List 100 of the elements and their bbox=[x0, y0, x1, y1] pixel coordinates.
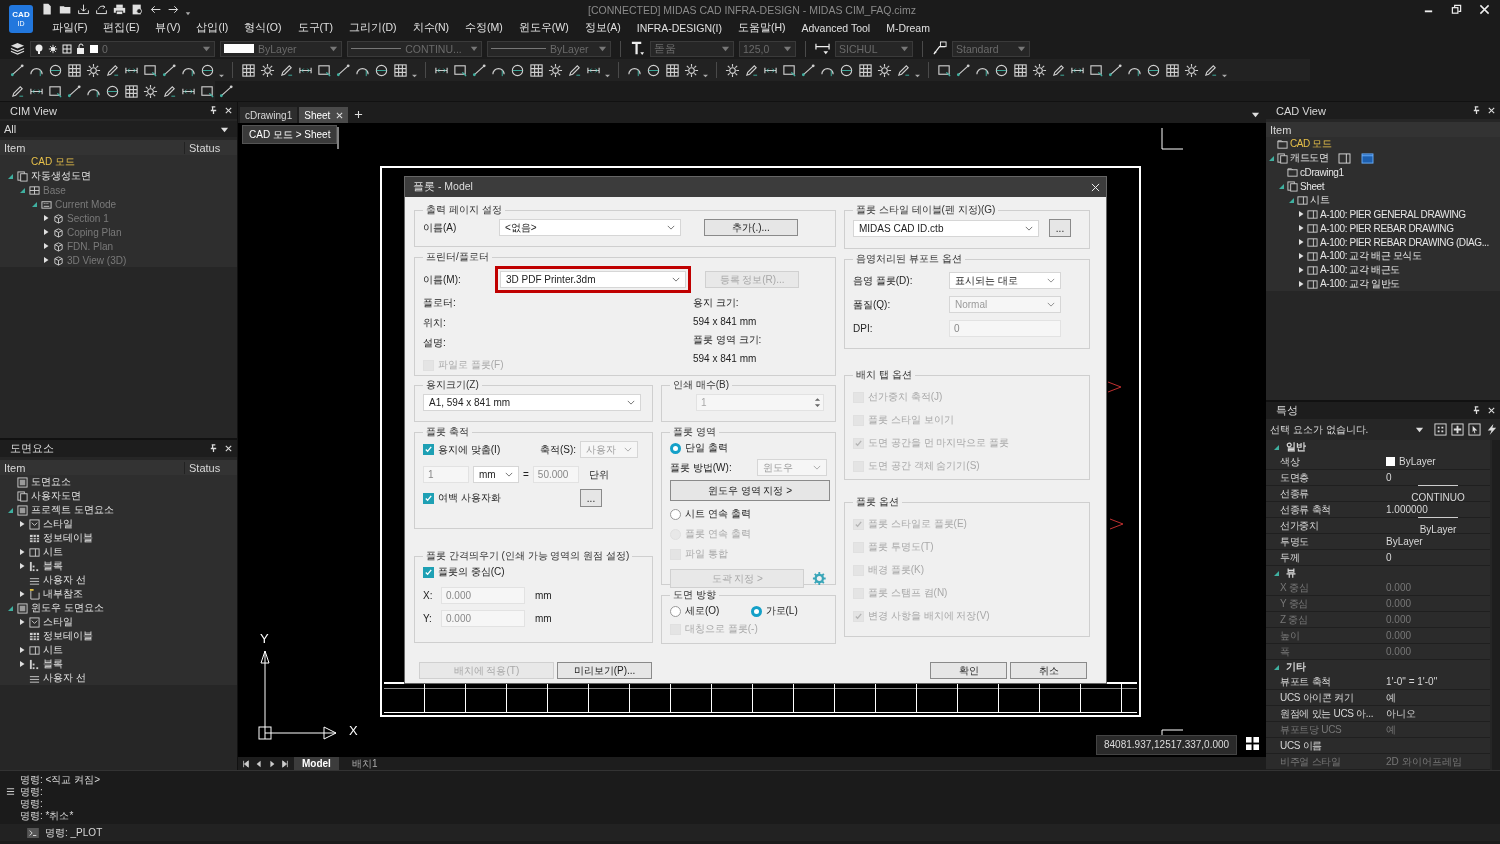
circle-tool-icon[interactable] bbox=[48, 62, 63, 78]
rectangle-tool-icon[interactable] bbox=[782, 62, 797, 78]
caret-icon[interactable] bbox=[6, 506, 14, 514]
menu-item[interactable]: 파일(F) bbox=[44, 20, 96, 35]
gear-icon[interactable] bbox=[1032, 62, 1047, 78]
property-value[interactable]: CONTINUO bbox=[1411, 491, 1465, 503]
tree-item[interactable]: CAD 모드 bbox=[1290, 137, 1332, 151]
column-header[interactable]: Item bbox=[0, 461, 184, 474]
caret-icon[interactable] bbox=[6, 604, 14, 612]
caret-icon[interactable] bbox=[1267, 154, 1275, 162]
printer-icon[interactable] bbox=[113, 3, 126, 16]
pencil-icon[interactable] bbox=[744, 62, 759, 78]
circle-tool-icon[interactable] bbox=[510, 62, 525, 78]
grid-tool-icon[interactable] bbox=[67, 62, 82, 78]
rectangle-tool-icon[interactable] bbox=[200, 83, 215, 99]
pointer-icon[interactable] bbox=[1468, 423, 1481, 436]
page-setup-dropdown[interactable]: <없음> bbox=[499, 219, 681, 236]
print-preview-icon[interactable] bbox=[131, 3, 144, 16]
pencil-icon[interactable] bbox=[10, 83, 25, 99]
radio-button[interactable] bbox=[670, 605, 681, 617]
tree-item[interactable]: CAD 모드 bbox=[31, 155, 75, 169]
circle-tool-icon[interactable] bbox=[646, 62, 661, 78]
pin-icon[interactable] bbox=[209, 106, 218, 115]
caret-icon[interactable] bbox=[1277, 182, 1285, 190]
menu-icon[interactable] bbox=[6, 787, 15, 796]
pencil-icon[interactable] bbox=[896, 62, 911, 78]
close-icon[interactable] bbox=[1091, 182, 1100, 192]
grid-tool-icon[interactable] bbox=[665, 62, 680, 78]
select-all-icon[interactable] bbox=[1434, 423, 1447, 436]
menu-item[interactable]: 수정(M) bbox=[457, 20, 511, 35]
gear-icon[interactable] bbox=[143, 83, 158, 99]
caret-icon[interactable] bbox=[1297, 224, 1305, 232]
tree-item[interactable]: 시트 bbox=[1310, 193, 1330, 207]
caret-icon[interactable] bbox=[1297, 252, 1305, 260]
caret-icon[interactable] bbox=[1272, 443, 1280, 451]
plot-style-dropdown[interactable]: MIDAS CAD ID.ctb bbox=[853, 219, 1039, 237]
pin-icon[interactable] bbox=[1472, 406, 1481, 415]
layout-tab[interactable]: Model bbox=[294, 757, 339, 770]
caret-icon[interactable] bbox=[18, 548, 26, 556]
spinner-arrows-icon[interactable] bbox=[814, 396, 821, 409]
dropdown-arrow-icon[interactable] bbox=[219, 72, 224, 78]
dialog-button[interactable]: 확인 bbox=[930, 662, 1007, 679]
rectangle-tool-icon[interactable] bbox=[143, 62, 158, 78]
grid-icon[interactable] bbox=[1246, 737, 1259, 750]
gear-icon[interactable] bbox=[260, 62, 275, 78]
save-as-icon[interactable] bbox=[95, 3, 108, 16]
circle-tool-icon[interactable] bbox=[1146, 62, 1161, 78]
property-value[interactable]: 아니오 bbox=[1386, 706, 1416, 721]
menu-item[interactable]: 도구(T) bbox=[289, 20, 341, 35]
column-header[interactable]: Item bbox=[0, 141, 184, 154]
pin-icon[interactable] bbox=[209, 444, 218, 453]
scrollbar[interactable] bbox=[1492, 440, 1500, 770]
unit-dropdown[interactable]: mm bbox=[473, 466, 519, 483]
selection-dropdown[interactable]: 선택 요소가 없습니다. bbox=[1270, 422, 1411, 437]
pin-icon[interactable] bbox=[1472, 106, 1481, 115]
new-file-icon[interactable] bbox=[41, 3, 54, 16]
quick-select-icon[interactable] bbox=[1451, 423, 1464, 436]
close-icon[interactable] bbox=[1479, 4, 1490, 15]
caret-icon[interactable] bbox=[1297, 238, 1305, 246]
gear-icon[interactable] bbox=[684, 62, 699, 78]
add-button[interactable]: 추가(.)... bbox=[704, 219, 798, 236]
line-tool-icon[interactable] bbox=[10, 62, 25, 78]
dropdown[interactable]: 표시되는 대로 bbox=[949, 272, 1061, 289]
close-icon[interactable] bbox=[224, 106, 233, 115]
input-field[interactable]: 0.000 bbox=[441, 587, 525, 604]
chevron-down-icon[interactable] bbox=[1415, 425, 1424, 434]
property-value[interactable]: 0 bbox=[1386, 472, 1392, 483]
menu-item[interactable]: 편집(E) bbox=[95, 20, 148, 35]
redo-icon[interactable] bbox=[167, 3, 180, 16]
radio-button[interactable] bbox=[670, 508, 681, 520]
menu-item[interactable]: 치수(N) bbox=[404, 20, 458, 35]
tree-item[interactable]: 시트 bbox=[43, 643, 63, 657]
filter-dropdown[interactable]: All bbox=[0, 121, 237, 137]
caret-icon[interactable] bbox=[18, 590, 26, 598]
property-value[interactable]: ByLayer bbox=[1399, 456, 1436, 467]
window-area-button[interactable]: 윈도우 영역 지정 > bbox=[670, 480, 830, 501]
caret-icon[interactable] bbox=[42, 242, 50, 250]
column-header[interactable]: Item bbox=[1266, 123, 1500, 136]
grid-tool-icon[interactable] bbox=[393, 62, 408, 78]
grid-tool-icon[interactable] bbox=[1165, 62, 1180, 78]
property-value[interactable]: ByLayer bbox=[1386, 536, 1423, 547]
folder-icon[interactable] bbox=[59, 3, 72, 16]
leader-style-icon[interactable] bbox=[932, 41, 947, 56]
close-icon[interactable] bbox=[1487, 406, 1496, 415]
caret-icon[interactable] bbox=[18, 186, 26, 194]
undo-icon[interactable] bbox=[149, 3, 162, 16]
gear-icon[interactable] bbox=[86, 62, 101, 78]
caret-icon[interactable] bbox=[1297, 210, 1305, 218]
close-icon[interactable] bbox=[336, 111, 344, 119]
restore-icon[interactable] bbox=[1451, 4, 1462, 15]
dialog-button[interactable]: 취소 bbox=[1010, 662, 1087, 679]
last-page-icon[interactable] bbox=[281, 759, 289, 768]
column-header[interactable]: Status bbox=[184, 141, 237, 154]
rectangle-tool-icon[interactable] bbox=[317, 62, 332, 78]
circle-tool-icon[interactable] bbox=[374, 62, 389, 78]
pencil-icon[interactable] bbox=[162, 83, 177, 99]
sheet-view-icon[interactable] bbox=[1338, 152, 1352, 164]
tree-item[interactable]: cDrawing1 bbox=[1300, 166, 1344, 178]
caret-icon[interactable] bbox=[42, 214, 50, 222]
circle-tool-icon[interactable] bbox=[105, 83, 120, 99]
